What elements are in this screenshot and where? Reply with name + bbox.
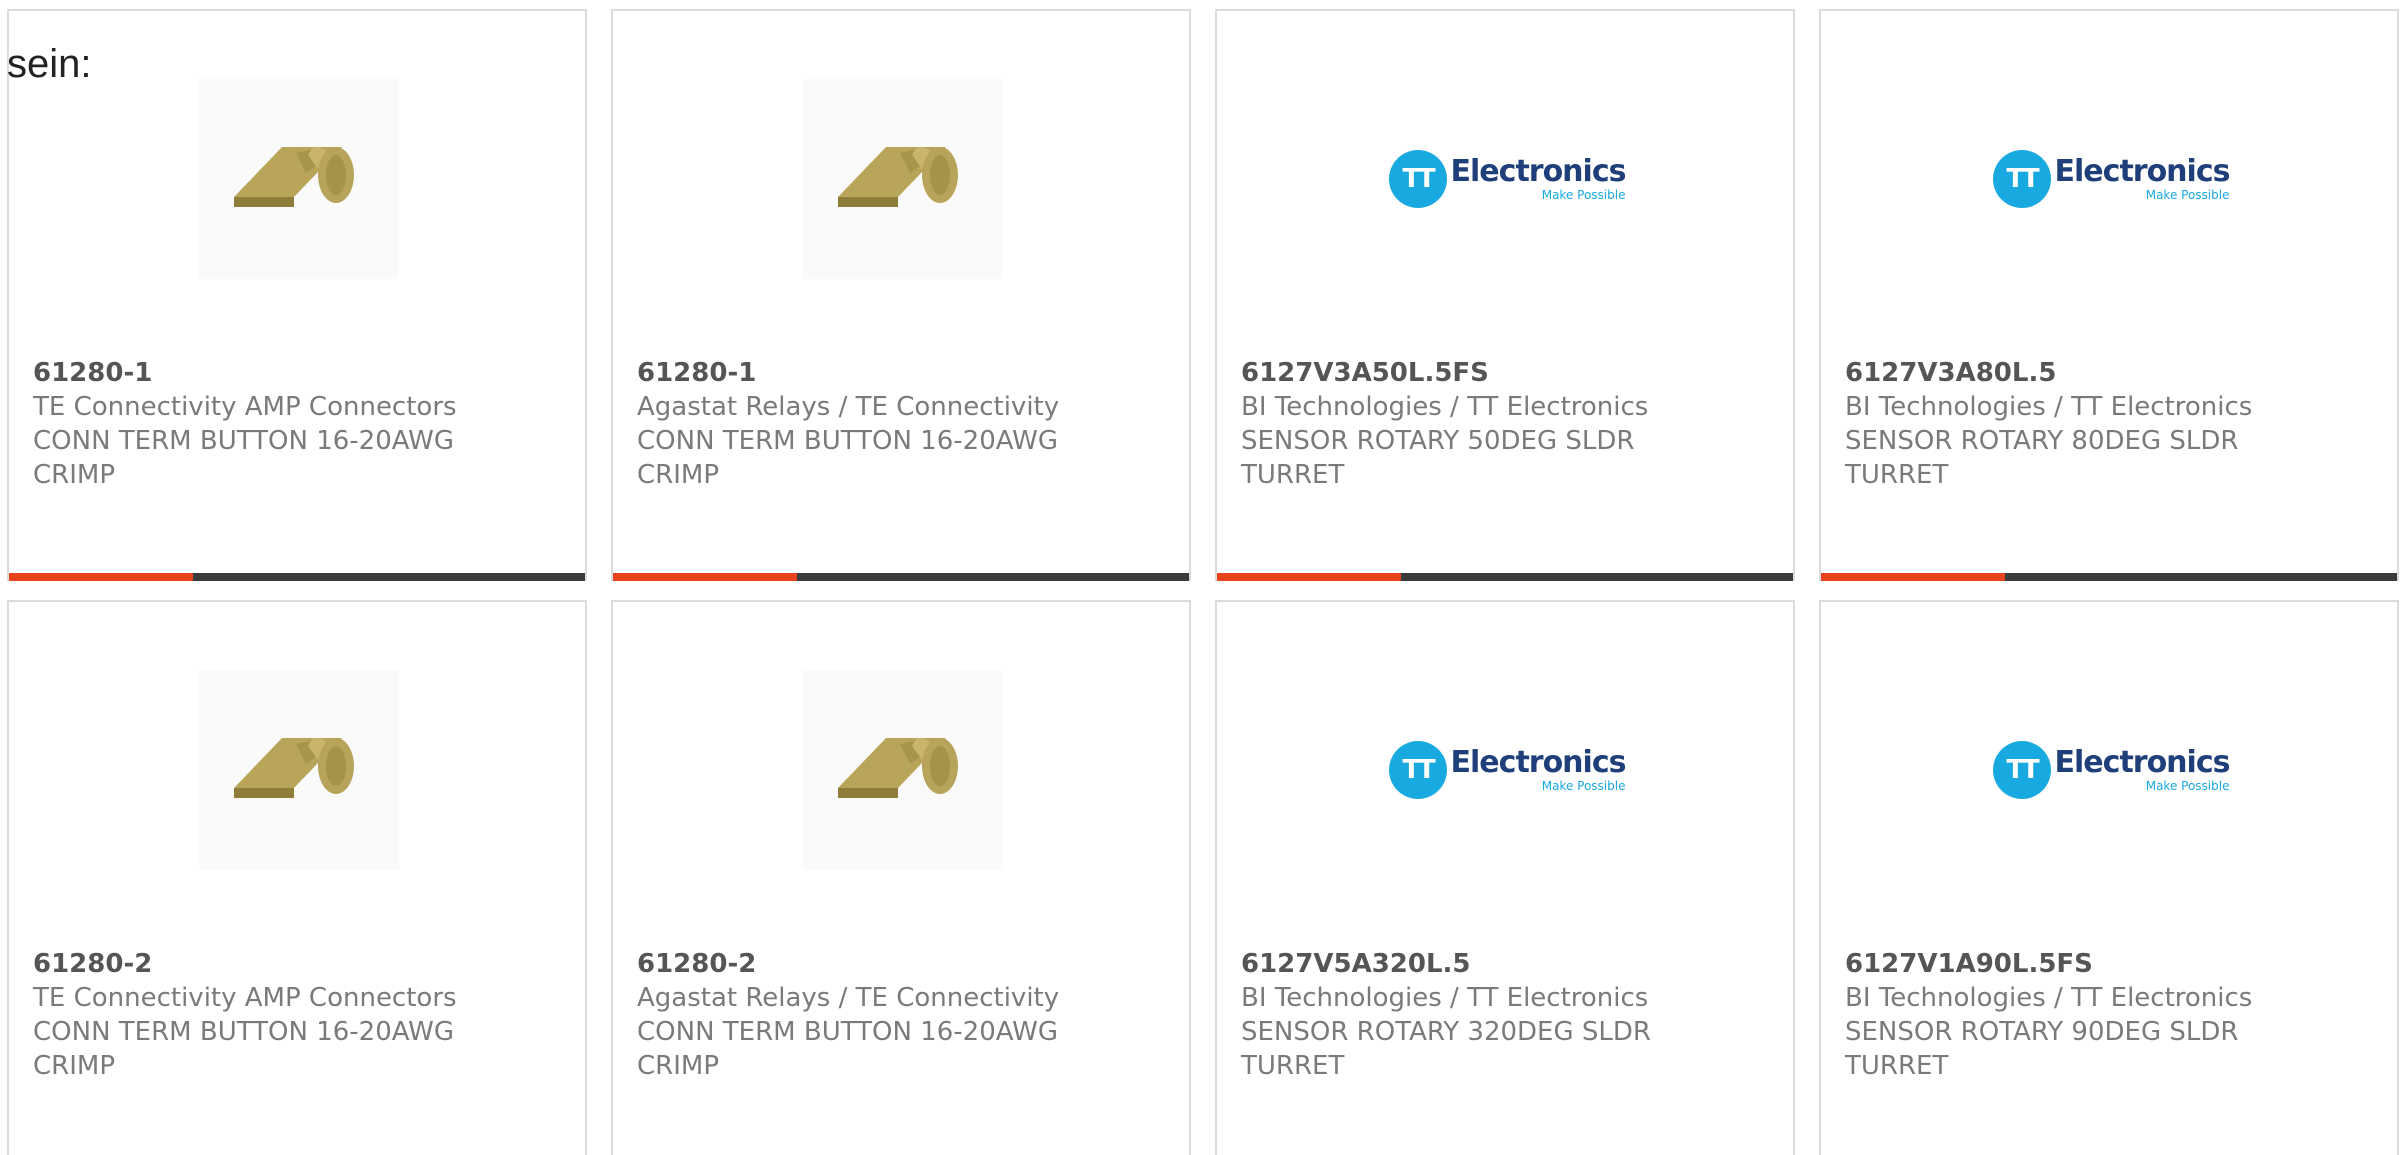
product-info: 61280-1 Agastat Relays / TE Connectivity… bbox=[637, 356, 1157, 492]
product-image[interactable] bbox=[199, 670, 399, 870]
description-line-2: TURRET bbox=[1845, 460, 1949, 490]
tt-logo-tagline: Make Possible bbox=[2145, 188, 2230, 202]
tt-electronics-logo: TT Electronics Make Possible bbox=[1992, 741, 2231, 799]
product-results-page: sein: 61280-1 TE Connectivity AMP Connec… bbox=[0, 0, 2400, 1155]
description-line-1: CONN TERM BUTTON 16-20AWG bbox=[33, 1017, 454, 1047]
card-progress-bar bbox=[9, 573, 585, 581]
tt-logo-mark: TT bbox=[1992, 741, 2051, 799]
description-line-1: CONN TERM BUTTON 16-20AWG bbox=[637, 1017, 1058, 1047]
tt-logo-mark: TT bbox=[1992, 150, 2051, 208]
product-image[interactable]: TT Electronics Make Possible bbox=[1992, 79, 2230, 279]
lead-text: sein: bbox=[7, 42, 92, 86]
description-line-1: CONN TERM BUTTON 16-20AWG bbox=[637, 426, 1058, 456]
crimp-terminal-icon bbox=[224, 146, 354, 207]
product-info: 6127V3A80L.5 BI Technologies / TT Electr… bbox=[1845, 356, 2365, 492]
description-line-1: SENSOR ROTARY 80DEG SLDR bbox=[1845, 426, 2239, 456]
part-number[interactable]: 6127V1A90L.5FS bbox=[1845, 947, 2365, 981]
product-image[interactable] bbox=[803, 670, 1003, 870]
product-info: 61280-2 Agastat Relays / TE Connectivity… bbox=[637, 947, 1157, 1083]
description-line-2: CRIMP bbox=[637, 460, 719, 490]
description-line-1: SENSOR ROTARY 50DEG SLDR bbox=[1241, 426, 1635, 456]
card-progress-bar bbox=[1217, 573, 1793, 581]
part-number[interactable]: 61280-2 bbox=[33, 947, 553, 981]
tt-logo-word: Electronics bbox=[1450, 154, 1627, 189]
tt-electronics-logo: TT Electronics Make Possible bbox=[1388, 150, 1627, 208]
tt-logo-tagline: Make Possible bbox=[1541, 779, 1626, 793]
manufacturer: BI Technologies / TT Electronics bbox=[1845, 983, 2253, 1013]
part-number[interactable]: 61280-2 bbox=[637, 947, 1157, 981]
card-progress-fill bbox=[9, 573, 194, 581]
product-image[interactable]: TT Electronics Make Possible bbox=[1388, 79, 1626, 279]
card-progress-bar bbox=[1821, 573, 2397, 581]
product-card[interactable]: 61280-2 TE Connectivity AMP Connectors C… bbox=[7, 600, 587, 1155]
product-info: 61280-1 TE Connectivity AMP Connectors C… bbox=[33, 356, 553, 492]
part-number[interactable]: 6127V3A80L.5 bbox=[1845, 356, 2365, 390]
product-info: 6127V1A90L.5FS BI Technologies / TT Elec… bbox=[1845, 947, 2365, 1083]
crimp-terminal-icon bbox=[828, 146, 958, 207]
tt-logo-mark: TT bbox=[1388, 741, 1447, 799]
manufacturer: BI Technologies / TT Electronics bbox=[1241, 983, 1649, 1013]
product-card[interactable]: 61280-1 TE Connectivity AMP Connectors C… bbox=[7, 9, 587, 581]
description-line-2: TURRET bbox=[1241, 460, 1345, 490]
product-image[interactable]: TT Electronics Make Possible bbox=[1992, 670, 2230, 870]
description-line-1: SENSOR ROTARY 320DEG SLDR bbox=[1241, 1017, 1651, 1047]
manufacturer: Agastat Relays / TE Connectivity bbox=[637, 392, 1060, 422]
tt-electronics-logo: TT Electronics Make Possible bbox=[1992, 150, 2231, 208]
product-card[interactable]: 61280-2 Agastat Relays / TE Connectivity… bbox=[611, 600, 1191, 1155]
tt-logo-tagline: Make Possible bbox=[1541, 188, 1626, 202]
description-line-2: CRIMP bbox=[637, 1051, 719, 1081]
manufacturer: Agastat Relays / TE Connectivity bbox=[637, 983, 1060, 1013]
tt-logo-tagline: Make Possible bbox=[2145, 779, 2230, 793]
description-line-2: TURRET bbox=[1241, 1051, 1345, 1081]
product-info: 6127V5A320L.5 BI Technologies / TT Elect… bbox=[1241, 947, 1761, 1083]
part-number[interactable]: 61280-1 bbox=[33, 356, 553, 390]
product-card[interactable]: 61280-1 Agastat Relays / TE Connectivity… bbox=[611, 9, 1191, 581]
product-image[interactable]: TT Electronics Make Possible bbox=[1388, 670, 1626, 870]
product-card[interactable]: TT Electronics Make Possible 6127V3A50L.5F… bbox=[1215, 9, 1795, 581]
product-card[interactable]: TT Electronics Make Possible 6127V3A80L.5 … bbox=[1819, 9, 2399, 581]
product-info: 6127V3A50L.5FS BI Technologies / TT Elec… bbox=[1241, 356, 1761, 492]
product-card[interactable]: TT Electronics Make Possible 6127V5A320L.5… bbox=[1215, 600, 1795, 1155]
manufacturer: TE Connectivity AMP Connectors bbox=[33, 983, 457, 1013]
card-progress-bar bbox=[613, 573, 1189, 581]
product-card[interactable]: TT Electronics Make Possible 6127V1A90L.5F… bbox=[1819, 600, 2399, 1155]
manufacturer: BI Technologies / TT Electronics bbox=[1845, 392, 2253, 422]
card-progress-fill bbox=[1217, 573, 1402, 581]
tt-electronics-logo: TT Electronics Make Possible bbox=[1388, 741, 1627, 799]
description-line-2: CRIMP bbox=[33, 1051, 115, 1081]
description-line-2: TURRET bbox=[1845, 1051, 1949, 1081]
product-grid: 61280-1 TE Connectivity AMP Connectors C… bbox=[7, 9, 2399, 1155]
part-number[interactable]: 61280-1 bbox=[637, 356, 1157, 390]
product-image[interactable] bbox=[199, 79, 399, 279]
description-line-1: CONN TERM BUTTON 16-20AWG bbox=[33, 426, 454, 456]
tt-logo-word: Electronics bbox=[1450, 745, 1627, 780]
tt-logo-word: Electronics bbox=[2054, 154, 2231, 189]
card-progress-fill bbox=[613, 573, 798, 581]
card-progress-fill bbox=[1821, 573, 2006, 581]
part-number[interactable]: 6127V5A320L.5 bbox=[1241, 947, 1761, 981]
manufacturer: TE Connectivity AMP Connectors bbox=[33, 392, 457, 422]
product-image[interactable] bbox=[803, 79, 1003, 279]
crimp-terminal-icon bbox=[224, 737, 354, 798]
product-info: 61280-2 TE Connectivity AMP Connectors C… bbox=[33, 947, 553, 1083]
tt-logo-mark: TT bbox=[1388, 150, 1447, 208]
description-line-2: CRIMP bbox=[33, 460, 115, 490]
description-line-1: SENSOR ROTARY 90DEG SLDR bbox=[1845, 1017, 2239, 1047]
tt-logo-word: Electronics bbox=[2054, 745, 2231, 780]
part-number[interactable]: 6127V3A50L.5FS bbox=[1241, 356, 1761, 390]
manufacturer: BI Technologies / TT Electronics bbox=[1241, 392, 1649, 422]
crimp-terminal-icon bbox=[828, 737, 958, 798]
